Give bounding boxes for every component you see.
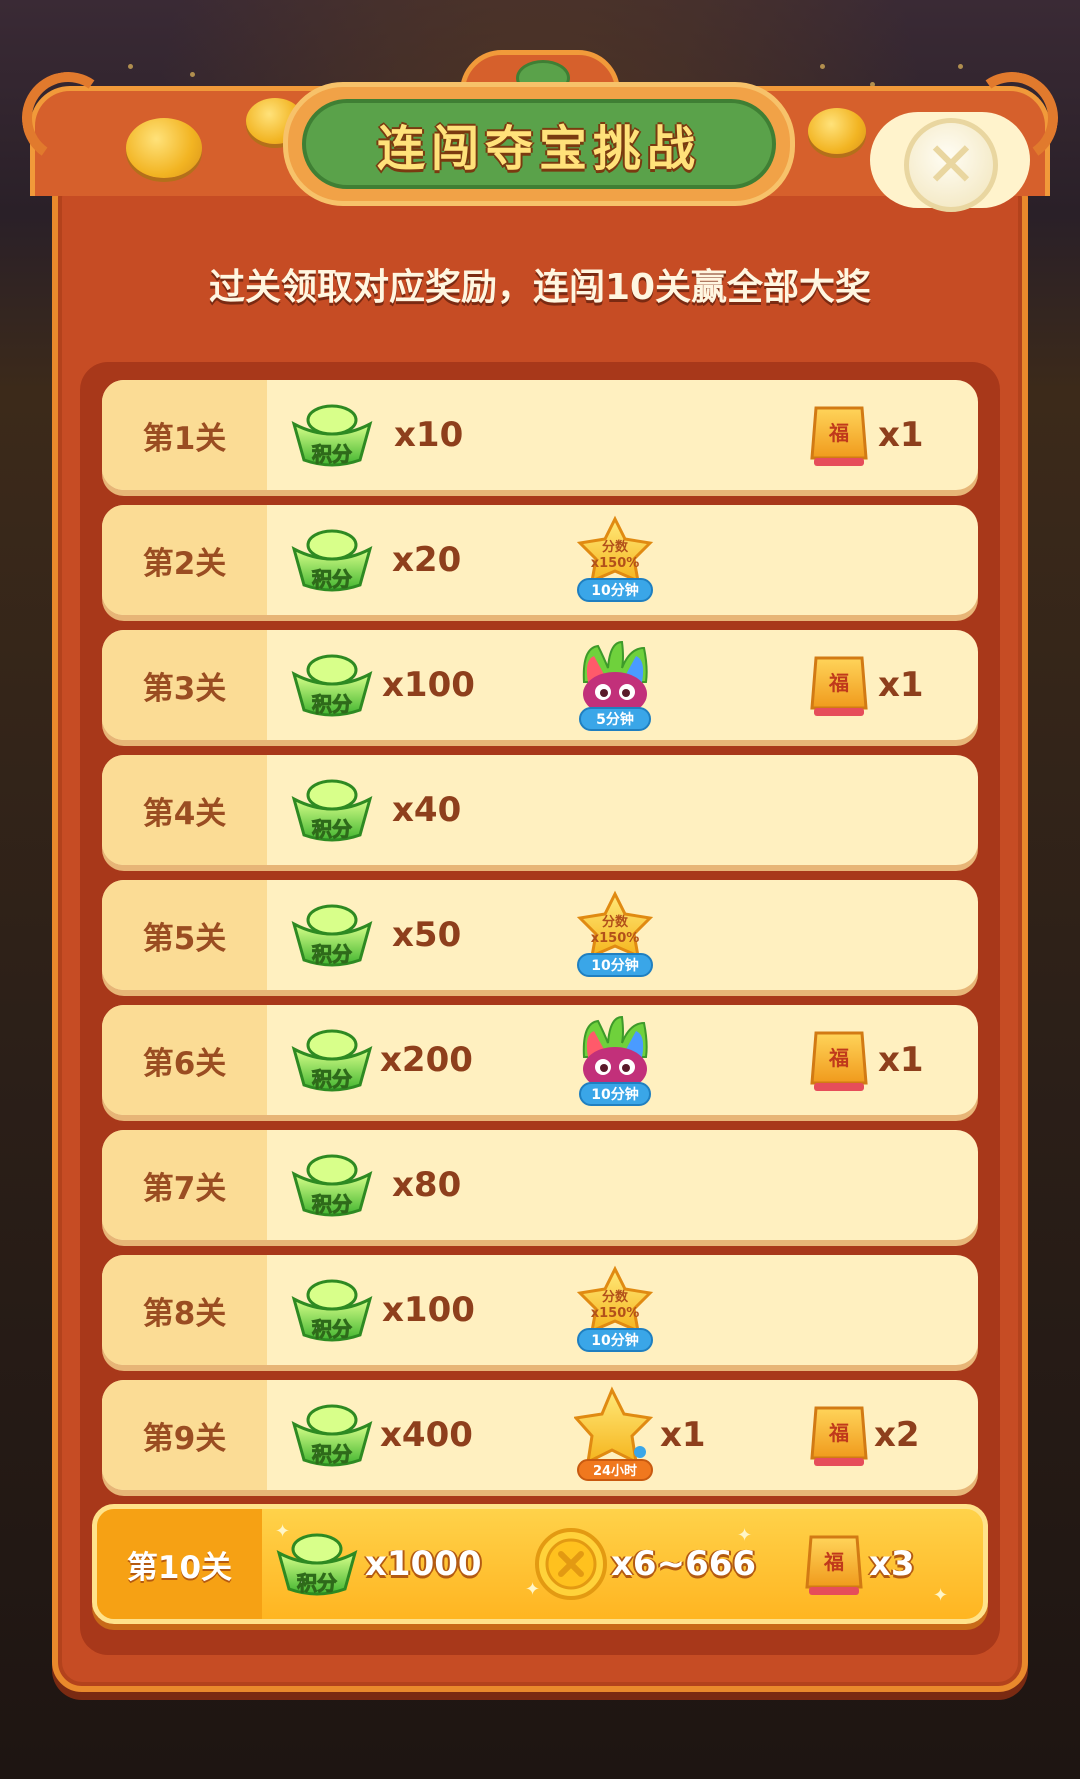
points-ingot-icon: 积分 — [276, 1533, 358, 1596]
level-label: 第9关 — [102, 1380, 267, 1490]
svg-text:x150%: x150% — [591, 556, 640, 571]
points-ingot-icon: 积分 — [291, 1029, 373, 1092]
points-quantity: x1000 — [365, 1544, 482, 1584]
points-quantity: x100 — [382, 1290, 475, 1330]
fu-quantity: x1 — [878, 1040, 924, 1080]
level-row-9: 第9关 积分 x400 24小时 x1 福 x2 — [102, 1380, 978, 1490]
score-boost-star-icon: 分数 x150% 10分钟 — [576, 890, 654, 977]
subtitle: 过关领取对应奖励，连闯10关赢全部大奖 — [208, 267, 872, 308]
background-sparkle — [190, 72, 195, 77]
level-label: 第5关 — [102, 880, 267, 990]
svg-text:积分: 积分 — [312, 1067, 352, 1091]
points-quantity: x10 — [394, 415, 464, 455]
background-sparkle — [128, 64, 133, 69]
points-quantity: x200 — [380, 1040, 473, 1080]
rainbow-owl-icon: 5分钟 — [579, 640, 651, 731]
svg-text:x150%: x150% — [591, 1306, 640, 1321]
sparkle-icon: ✦ — [933, 1585, 949, 1606]
fu-token-icon: 福 — [810, 406, 868, 466]
points-ingot-icon: 积分 — [291, 529, 373, 592]
points-ingot-icon: 积分 — [291, 404, 373, 467]
svg-text:积分: 积分 — [312, 1317, 352, 1341]
level-row-8: 第8关 积分 x100 分数 x150% 10分钟 — [102, 1255, 978, 1365]
svg-text:积分: 积分 — [312, 692, 352, 716]
fu-quantity: x3 — [869, 1544, 915, 1584]
svg-text:积分: 积分 — [312, 567, 352, 591]
close-button[interactable]: ✕ — [904, 118, 998, 212]
coin-quantity: x6~666 — [611, 1544, 757, 1584]
fu-quantity: x2 — [874, 1415, 920, 1455]
points-ingot-icon: 积分 — [291, 904, 373, 967]
svg-text:福: 福 — [828, 671, 849, 695]
svg-text:积分: 积分 — [312, 1442, 352, 1466]
gold-coin-icon — [535, 1528, 607, 1600]
points-ingot-icon: 积分 — [291, 654, 373, 717]
svg-text:10分钟: 10分钟 — [591, 957, 638, 974]
svg-text:福: 福 — [828, 1421, 849, 1445]
level-label: 第4关 — [102, 755, 267, 865]
svg-text:积分: 积分 — [312, 442, 352, 466]
gold-coin-decoration — [126, 118, 202, 178]
level-label: 第2关 — [102, 505, 267, 615]
points-ingot-icon: 积分 — [291, 1279, 373, 1342]
svg-text:分数: 分数 — [602, 1289, 629, 1305]
close-icon: ✕ — [925, 128, 977, 201]
svg-text:10分钟: 10分钟 — [591, 1332, 638, 1349]
level-label: 第10关 — [97, 1509, 262, 1619]
level-label: 第7关 — [102, 1130, 267, 1240]
svg-text:24小时: 24小时 — [593, 1463, 637, 1479]
rainbow-owl-icon: 10分钟 — [579, 1015, 651, 1106]
fu-token-icon: 福 — [810, 1406, 868, 1466]
level-row-7: 第7关 积分 x80 — [102, 1130, 978, 1240]
level-row-2: 第2关 积分 x20 分数 x150% 10分钟 — [102, 505, 978, 615]
svg-text:x150%: x150% — [591, 931, 640, 946]
level-row-10: 第10关 ✦ ✦ ✦ ✦ 积分 x1000 x6~666 福 x3 — [92, 1504, 988, 1624]
fu-quantity: x1 — [878, 665, 924, 705]
fu-token-icon: 福 — [805, 1535, 863, 1595]
points-quantity: x80 — [392, 1165, 462, 1205]
level-label: 第1关 — [102, 380, 267, 490]
level-row-1: 第1关 积分 x10 福 x1 — [102, 380, 978, 490]
level-label: 第8关 — [102, 1255, 267, 1365]
points-quantity: x40 — [392, 790, 462, 830]
page-title: 连闯夺宝挑战 — [376, 121, 701, 177]
points-ingot-icon: 积分 — [291, 1154, 373, 1217]
svg-text:积分: 积分 — [312, 1192, 352, 1216]
points-quantity: x50 — [392, 915, 462, 955]
points-quantity: x100 — [382, 665, 475, 705]
gold-coin-decoration — [808, 108, 866, 154]
level-row-3: 第3关 积分 x100 5分钟 福 x1 — [102, 630, 978, 740]
level-label: 第6关 — [102, 1005, 267, 1115]
svg-text:分数: 分数 — [602, 539, 629, 555]
svg-text:5分钟: 5分钟 — [596, 711, 634, 728]
title-plate: 连闯夺宝挑战 — [283, 82, 795, 206]
points-quantity: x20 — [392, 540, 462, 580]
svg-text:10分钟: 10分钟 — [591, 582, 638, 599]
svg-text:积分: 积分 — [312, 942, 352, 966]
level-row-6: 第6关 积分 x200 10分钟 福 x1 — [102, 1005, 978, 1115]
points-ingot-icon: 积分 — [291, 779, 373, 842]
level-row-4: 第4关 积分 x40 — [102, 755, 978, 865]
score-boost-star-icon: 分数 x150% 10分钟 — [576, 515, 654, 602]
fu-quantity: x1 — [878, 415, 924, 455]
svg-text:福: 福 — [828, 421, 849, 445]
star-quantity: x1 — [660, 1415, 706, 1455]
fu-token-icon: 福 — [810, 656, 868, 716]
svg-text:福: 福 — [828, 1046, 849, 1070]
svg-text:福: 福 — [823, 1550, 844, 1574]
svg-text:积分: 积分 — [312, 817, 352, 841]
score-boost-star-icon: 分数 x150% 10分钟 — [576, 1265, 654, 1352]
fu-token-icon: 福 — [810, 1031, 868, 1091]
level-label: 第3关 — [102, 630, 267, 740]
background-sparkle — [958, 64, 963, 69]
svg-text:积分: 积分 — [297, 1571, 337, 1595]
points-ingot-icon: 积分 — [291, 1404, 373, 1467]
golden-star-icon: 24小时 — [574, 1386, 654, 1481]
svg-text:10分钟: 10分钟 — [591, 1086, 638, 1103]
background-sparkle — [820, 64, 825, 69]
points-quantity: x400 — [380, 1415, 473, 1455]
svg-text:分数: 分数 — [602, 914, 629, 930]
level-row-5: 第5关 积分 x50 分数 x150% 10分钟 — [102, 880, 978, 990]
